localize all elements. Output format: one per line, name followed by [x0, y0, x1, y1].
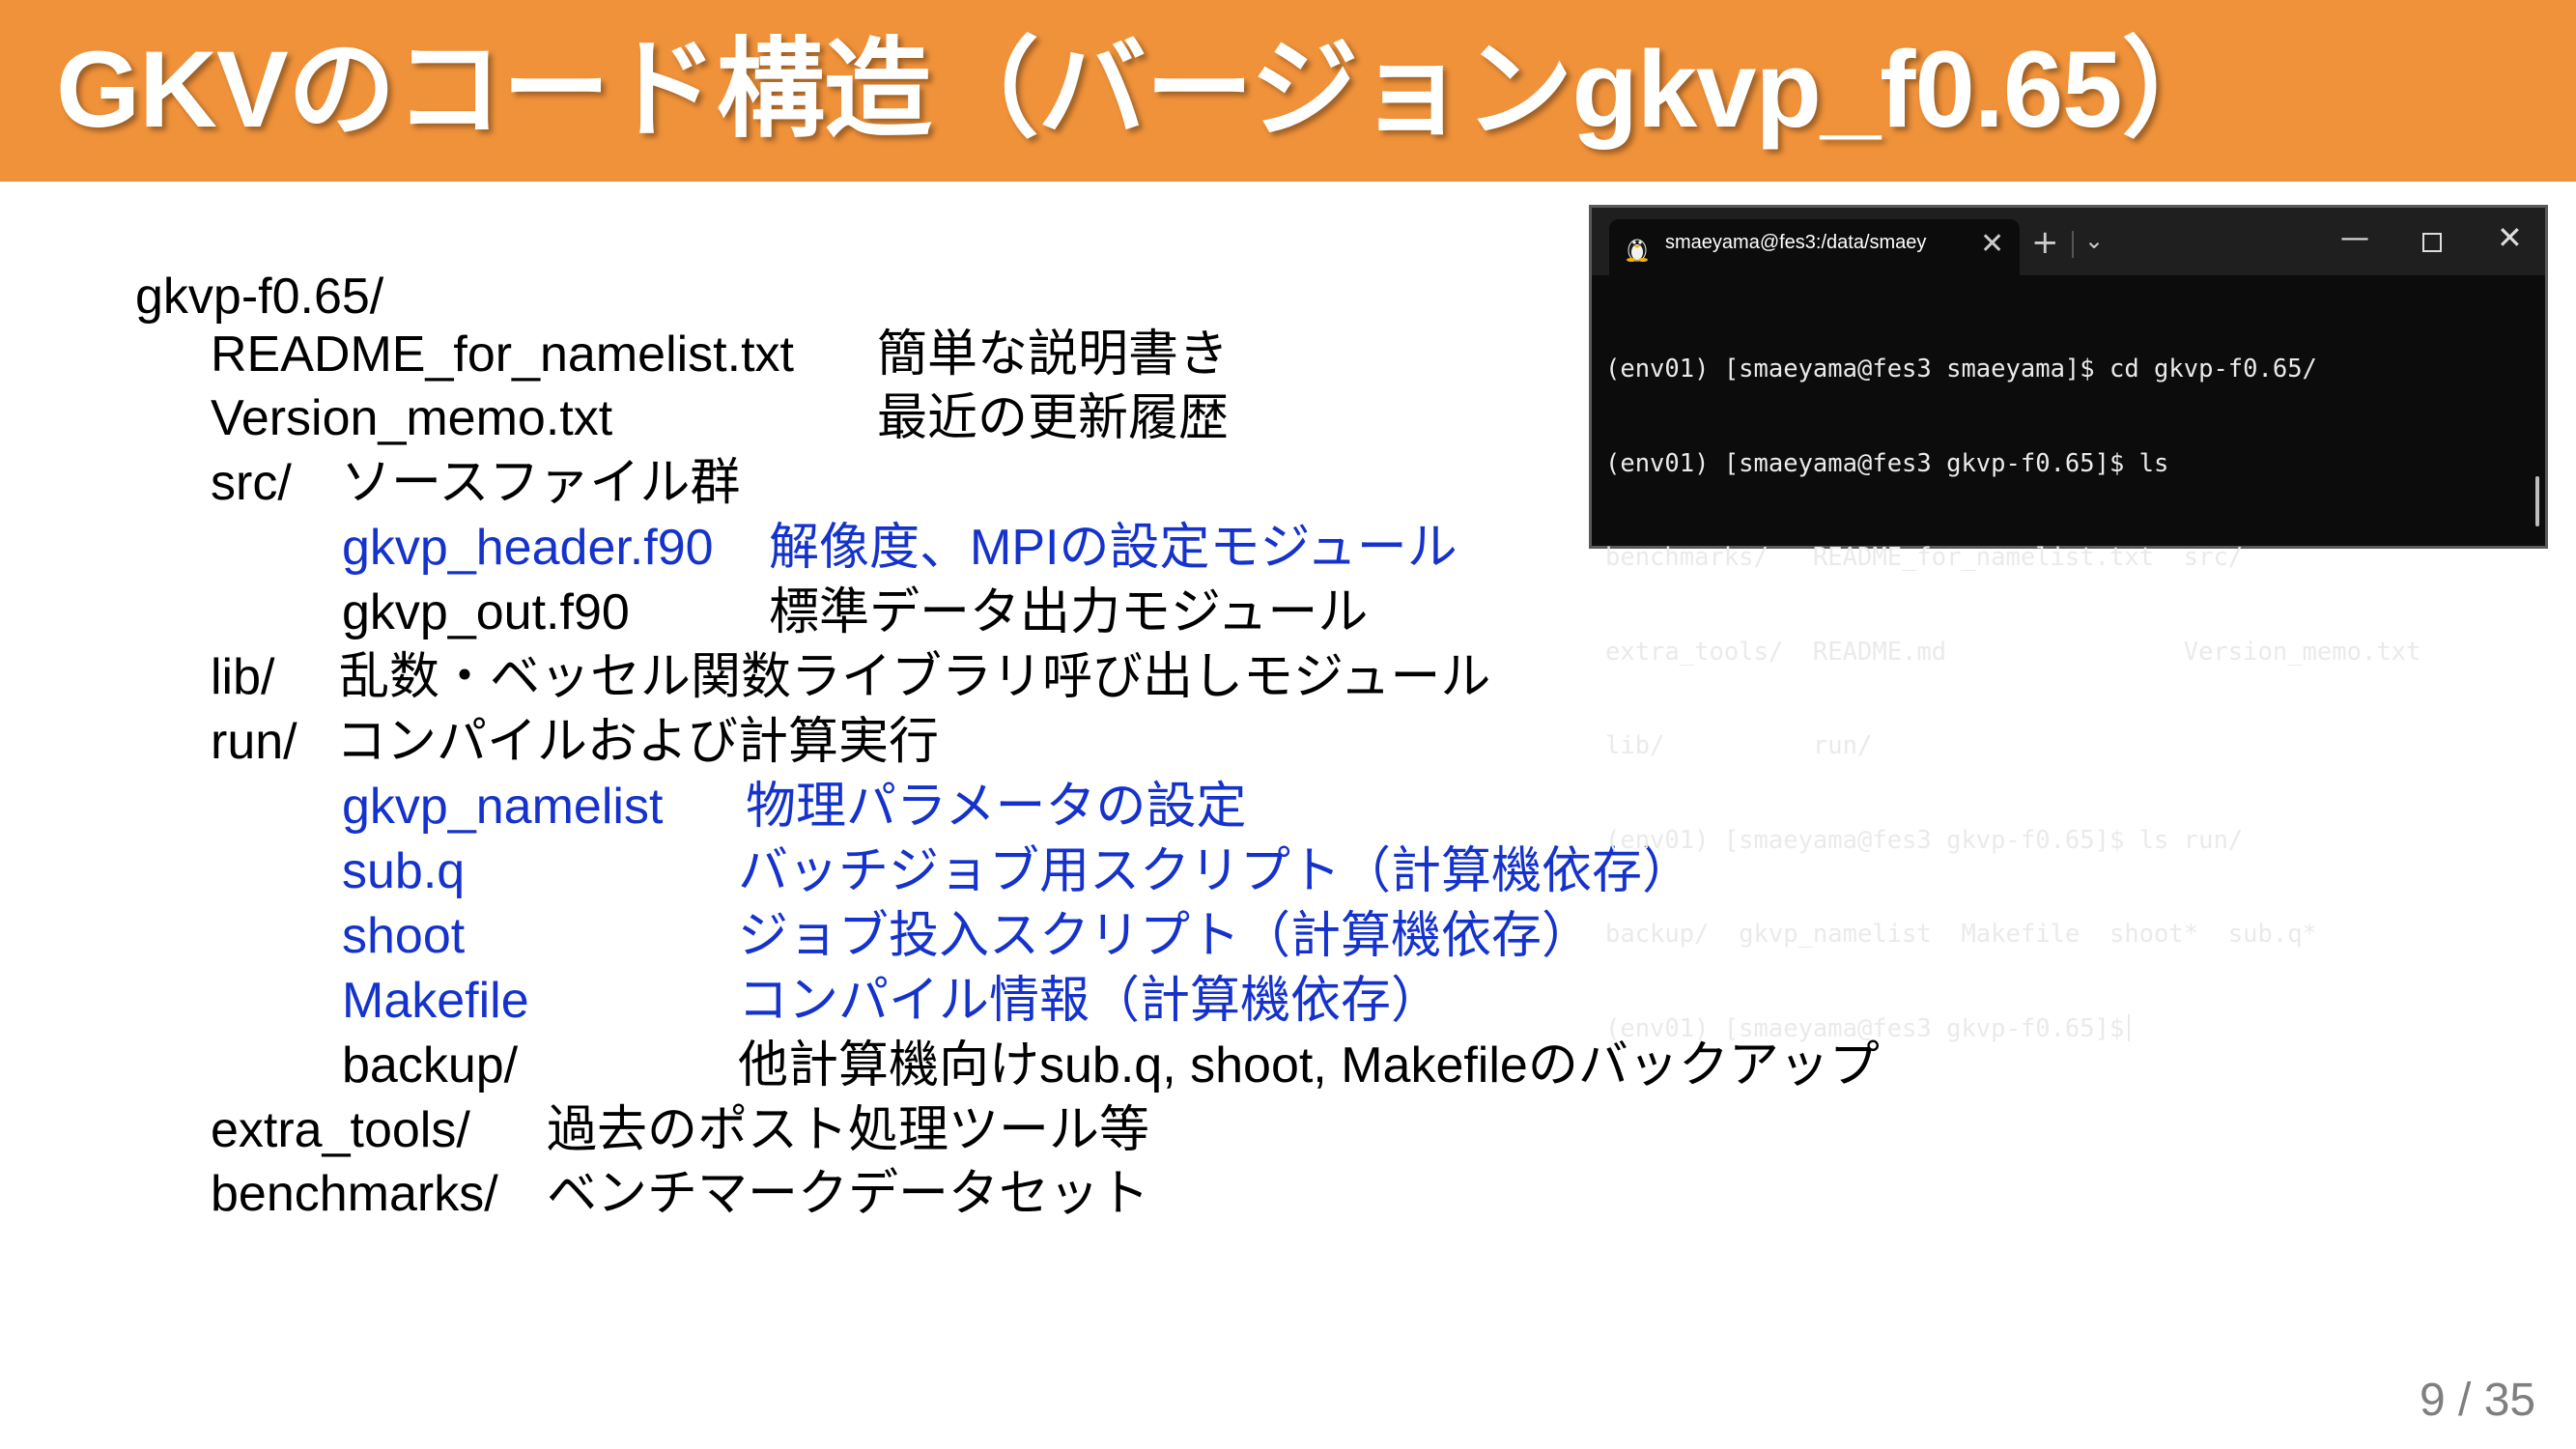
tree-item-header: gkvp_header.f90 解像度、MPIの設定モジュール: [342, 518, 1598, 578]
linux-tux-icon: [1627, 239, 1648, 262]
tab-close-icon[interactable]: ✕: [1980, 227, 2004, 261]
minimize-icon[interactable]: —: [2340, 221, 2369, 255]
terminal-line: benchmarks/ README_for_namelist.txt src/: [1605, 543, 2244, 572]
terminal-output[interactable]: (env01) [smaeyama@fes3 smaeyama]$ cd gkv…: [1605, 291, 2535, 1107]
tree-item-run: run/ コンパイルおよび計算実行: [211, 712, 1466, 772]
tree-item-desc: 解像度、MPIの設定モジュール: [769, 520, 1458, 576]
tree-root-name: gkvp-f0.65/: [135, 269, 384, 325]
tree-item-desc: コンパイルおよび計算実行: [336, 714, 940, 770]
terminal-scrollbar[interactable]: [2535, 476, 2539, 526]
tree-item-bench: benchmarks/ ベンチマークデータセット: [211, 1164, 1466, 1224]
tree-item-subq: sub.q バッチジョブ用スクリプト（計算機依存）: [342, 841, 1791, 901]
tree-item-name: gkvp_out.f90: [342, 584, 630, 640]
terminal-tab[interactable]: smaeyama@fes3:/data/smaey ✕: [1609, 219, 2020, 275]
tree-item-desc: バッチジョブ用スクリプト（計算機依存）: [738, 843, 1693, 899]
terminal-line: extra_tools/ README.md Version_memo.txt: [1605, 637, 2421, 667]
tree-item-name: shoot: [342, 908, 466, 964]
title-bar: GKVのコード構造（バージョンgkvp_f0.65）: [0, 0, 2576, 182]
tree-item-desc: 標準データ出力モジュール: [769, 584, 1369, 640]
tree-item-desc: 物理パラメータの設定: [746, 779, 1247, 835]
tree-item-readme: README_for_namelist.txt 簡単な説明書き: [211, 325, 1370, 384]
maximize-icon[interactable]: [2422, 233, 2442, 252]
tree-item-lib: lib/ 乱数・ベッセル関数ライブラリ呼び出しモジュール: [211, 647, 1659, 707]
tree-item-shoot: shoot ジョブ投入スクリプト（計算機依存）: [342, 906, 1791, 966]
text-cursor: [2128, 1013, 2131, 1041]
tree-item-src: src/ ソースファイル群: [211, 453, 1370, 513]
tree-item-name: sub.q: [342, 843, 466, 899]
terminal-window: smaeyama@fes3:/data/smaey ✕ + ⌄ — ✕ (env…: [1589, 205, 2548, 1043]
window-close-icon[interactable]: ✕: [2497, 219, 2523, 256]
page-number: 9 / 35: [2420, 1375, 2536, 1426]
tree-item-desc: 過去のポスト処理ツール等: [547, 1102, 1150, 1158]
terminal-line: (env01) [smaeyama@fes3 gkvp-f0.65]$ ls: [1605, 448, 2169, 478]
tree-item-desc: 最近の更新履歴: [877, 390, 1230, 446]
tree-item-name: gkvp_header.f90: [342, 520, 714, 576]
chevron-down-icon[interactable]: ⌄: [2084, 227, 2104, 254]
tree-item-desc: コンパイル情報（計算機依存）: [738, 973, 1442, 1029]
tree-item-name: Version_memo.txt: [211, 390, 613, 446]
terminal-line: lib/ run/: [1605, 731, 1873, 760]
tree-item-desc: ジョブ投入スクリプト（計算機依存）: [738, 908, 1593, 964]
tree-item-name: src/: [211, 455, 292, 511]
tree-item-name: Makefile: [342, 973, 529, 1029]
tree-item-name: lib/: [211, 649, 275, 705]
tree-root: gkvp-f0.65/: [135, 267, 383, 327]
tree-item-name: extra_tools/: [211, 1102, 470, 1158]
slide-title: GKVのコード構造（バージョンgkvp_f0.65）: [56, 29, 2229, 150]
terminal-line: (env01) [smaeyama@fes3 gkvp-f0.65]$ ls r…: [1605, 825, 2244, 855]
terminal-prompt: (env01) [smaeyama@fes3 gkvp-f0.65]$: [1605, 1013, 2125, 1043]
tree-item-desc: 乱数・ベッセル関数ライブラリ呼び出しモジュール: [339, 649, 1491, 705]
terminal-prompt-line: (env01) [smaeyama@fes3 gkvp-f0.65]$: [1605, 1013, 2535, 1045]
tree-item-name: backup/: [342, 1037, 519, 1094]
tree-item-extra: extra_tools/ 過去のポスト処理ツール等: [211, 1100, 1466, 1160]
new-tab-icon[interactable]: +: [2031, 223, 2059, 262]
tree-item-name: benchmarks/: [211, 1166, 498, 1222]
tree-item-makefile: Makefile コンパイル情報（計算機依存）: [342, 971, 1791, 1031]
tab-separator: [2072, 231, 2074, 258]
terminal-tabstrip: smaeyama@fes3:/data/smaey ✕ + ⌄ — ✕: [1592, 208, 2545, 275]
tree-item-desc: ソースファイル群: [341, 455, 741, 511]
tree-item-name: README_for_namelist.txt: [211, 327, 794, 383]
tree-item-version: Version_memo.txt 最近の更新履歴: [211, 388, 1370, 448]
tree-item-out: gkvp_out.f90 標準データ出力モジュール: [342, 582, 1598, 642]
terminal-line: (env01) [smaeyama@fes3 smaeyama]$ cd gkv…: [1605, 355, 2317, 384]
terminal-tab-title: smaeyama@fes3:/data/smaey: [1665, 232, 1927, 253]
tree-item-name: run/: [211, 714, 297, 770]
tree-item-desc: 簡単な説明書き: [877, 327, 1230, 383]
tree-item-desc: ベンチマークデータセット: [547, 1166, 1150, 1222]
tree-item-namelist: gkvp_namelist 物理パラメータの設定: [342, 777, 1598, 837]
tree-item-name: gkvp_namelist: [342, 779, 664, 835]
terminal-line: backup/ gkvp_namelist Makefile shoot* su…: [1605, 920, 2317, 949]
